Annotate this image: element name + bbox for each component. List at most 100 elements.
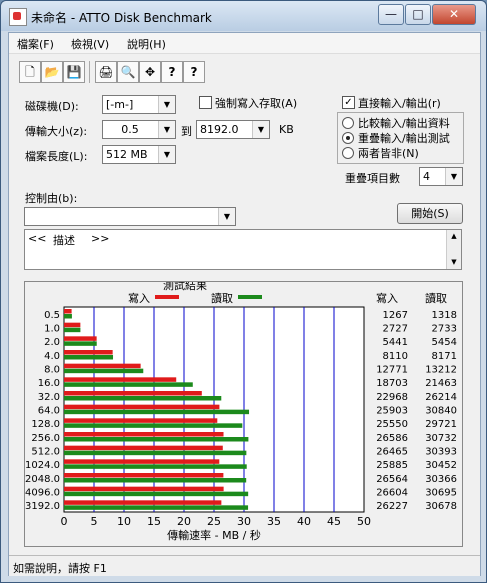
menu-view[interactable]: 檢視(V) bbox=[71, 36, 109, 52]
y-tick-label: 2.0 bbox=[44, 337, 60, 348]
minimize-button[interactable]: — bbox=[378, 4, 404, 25]
value-write: 25903 bbox=[376, 406, 408, 417]
y-tick-label: 32.0 bbox=[38, 392, 60, 403]
description-scrollbar[interactable]: ▲ ▼ bbox=[446, 230, 461, 269]
open-icon[interactable]: 📂 bbox=[41, 61, 63, 83]
value-read: 30452 bbox=[425, 460, 457, 471]
bar-read bbox=[64, 341, 97, 346]
maximize-button[interactable]: □ bbox=[405, 4, 431, 25]
bar-write bbox=[64, 363, 141, 369]
value-read: 30840 bbox=[425, 406, 457, 417]
drive-select[interactable]: [-m-] ▼ bbox=[102, 95, 176, 114]
x-tick-label: 25 bbox=[207, 515, 221, 528]
close-button[interactable]: ✕ bbox=[432, 4, 476, 25]
io-mode-compare-label: 比較輸入/輸出資料 bbox=[358, 117, 450, 130]
file-length-select[interactable]: 512 MB ▼ bbox=[102, 145, 176, 164]
print-icon[interactable]: 🖨 bbox=[95, 61, 117, 83]
transfer-from-select[interactable]: 0.5 ▼ bbox=[102, 120, 176, 139]
bar-read bbox=[64, 368, 144, 374]
value-read: 26214 bbox=[425, 392, 457, 403]
bar-write bbox=[64, 377, 177, 382]
value-write: 26586 bbox=[376, 433, 408, 444]
start-button[interactable]: 開始(S) bbox=[397, 203, 463, 224]
status-text: 如需說明，請按 F1 bbox=[13, 562, 107, 575]
toolbar-separator bbox=[89, 61, 90, 83]
unit-label: KB bbox=[279, 123, 294, 136]
controlled-by-label: 控制由(b): bbox=[25, 192, 78, 205]
bar-read bbox=[64, 409, 250, 415]
description-memo[interactable]: << 描述 >> ▲ ▼ bbox=[24, 229, 462, 270]
bar-write bbox=[64, 404, 220, 410]
direct-io-checkbox[interactable]: ✓ bbox=[342, 96, 355, 109]
bar-read bbox=[64, 491, 249, 497]
chevron-down-icon: ▼ bbox=[158, 146, 175, 163]
io-mode-compare-radio[interactable] bbox=[342, 117, 354, 129]
y-tick-label: 256.0 bbox=[31, 433, 60, 444]
toolbar: 🗋 📂 💾 🖨 🔍 ✥ ? ? bbox=[9, 55, 480, 85]
queue-depth-select[interactable]: 4 ▼ bbox=[419, 167, 463, 186]
bar-write bbox=[64, 432, 224, 437]
transfer-size-label: 傳輸大小(z): bbox=[25, 125, 88, 138]
transfer-from-value: 0.5 bbox=[121, 123, 139, 136]
value-write: 8110 bbox=[383, 351, 408, 362]
y-tick-label: 64.0 bbox=[38, 406, 60, 417]
io-mode-overlapped-radio[interactable] bbox=[342, 132, 354, 144]
controlled-by-select[interactable]: ▼ bbox=[24, 207, 236, 226]
app-icon bbox=[9, 8, 27, 26]
save-icon[interactable]: 💾 bbox=[63, 61, 85, 83]
menu-help[interactable]: 說明(H) bbox=[127, 36, 166, 52]
bar-write bbox=[64, 445, 223, 451]
scroll-up-icon[interactable]: ▲ bbox=[447, 230, 461, 243]
io-mode-neither-radio[interactable] bbox=[342, 147, 354, 159]
new-icon[interactable]: 🗋 bbox=[19, 61, 41, 83]
bar-write bbox=[64, 309, 72, 314]
y-tick-label: 2048.0 bbox=[25, 474, 60, 485]
force-write-label: 強制寫入存取(A) bbox=[215, 97, 298, 110]
help-icon[interactable]: ? bbox=[161, 61, 183, 83]
print-preview-icon[interactable]: 🔍 bbox=[117, 61, 139, 83]
legend-write-swatch bbox=[155, 295, 179, 299]
force-write-checkbox[interactable] bbox=[199, 96, 212, 109]
bar-read bbox=[64, 327, 81, 333]
value-write: 25550 bbox=[376, 419, 408, 430]
y-tick-label: 1.0 bbox=[44, 324, 60, 335]
value-read: 30732 bbox=[425, 433, 457, 444]
bar-write bbox=[64, 459, 220, 464]
value-write: 25885 bbox=[376, 460, 408, 471]
column-header-read: 讀取 bbox=[425, 291, 447, 305]
drive-value: [-m-] bbox=[106, 98, 134, 111]
value-read: 30678 bbox=[425, 501, 457, 512]
value-read: 1318 bbox=[432, 310, 457, 321]
bar-read bbox=[64, 505, 249, 510]
value-write: 2727 bbox=[383, 324, 408, 335]
y-tick-label: 3192.0 bbox=[25, 501, 60, 512]
title-bar: 未命名 - ATTO Disk Benchmark — □ ✕ bbox=[1, 1, 486, 31]
bar-read bbox=[64, 423, 243, 428]
bar-write bbox=[64, 322, 81, 328]
io-mode-overlapped-label: 重疊輸入/輸出測試 bbox=[358, 132, 450, 145]
transfer-to-select[interactable]: 8192.0 ▼ bbox=[196, 120, 270, 139]
y-tick-label: 1024.0 bbox=[25, 460, 60, 471]
value-write: 12771 bbox=[376, 365, 408, 376]
bar-read bbox=[64, 437, 249, 442]
value-write: 1267 bbox=[383, 310, 408, 321]
app-window: 未命名 - ATTO Disk Benchmark — □ ✕ 檔案(F) 檢視… bbox=[0, 0, 487, 583]
x-tick-label: 45 bbox=[327, 515, 341, 528]
value-read: 21463 bbox=[425, 378, 457, 389]
bar-read bbox=[64, 314, 72, 319]
menu-file[interactable]: 檔案(F) bbox=[17, 36, 54, 52]
y-tick-label: 128.0 bbox=[31, 419, 60, 430]
x-tick-label: 20 bbox=[177, 515, 191, 528]
y-tick-label: 8.0 bbox=[44, 365, 60, 376]
bar-write bbox=[64, 418, 218, 423]
chevron-down-icon: ▼ bbox=[445, 168, 462, 185]
context-help-icon[interactable]: ? bbox=[183, 61, 205, 83]
value-read: 13212 bbox=[425, 365, 457, 376]
bar-write bbox=[64, 473, 224, 478]
drive-label: 磁碟機(D): bbox=[25, 100, 79, 113]
column-header-write: 寫入 bbox=[376, 291, 398, 305]
move-icon[interactable]: ✥ bbox=[139, 61, 161, 83]
scroll-down-icon[interactable]: ▼ bbox=[447, 256, 461, 269]
transfer-to-value: 8192.0 bbox=[200, 123, 239, 136]
chevron-down-icon: ▼ bbox=[158, 96, 175, 113]
